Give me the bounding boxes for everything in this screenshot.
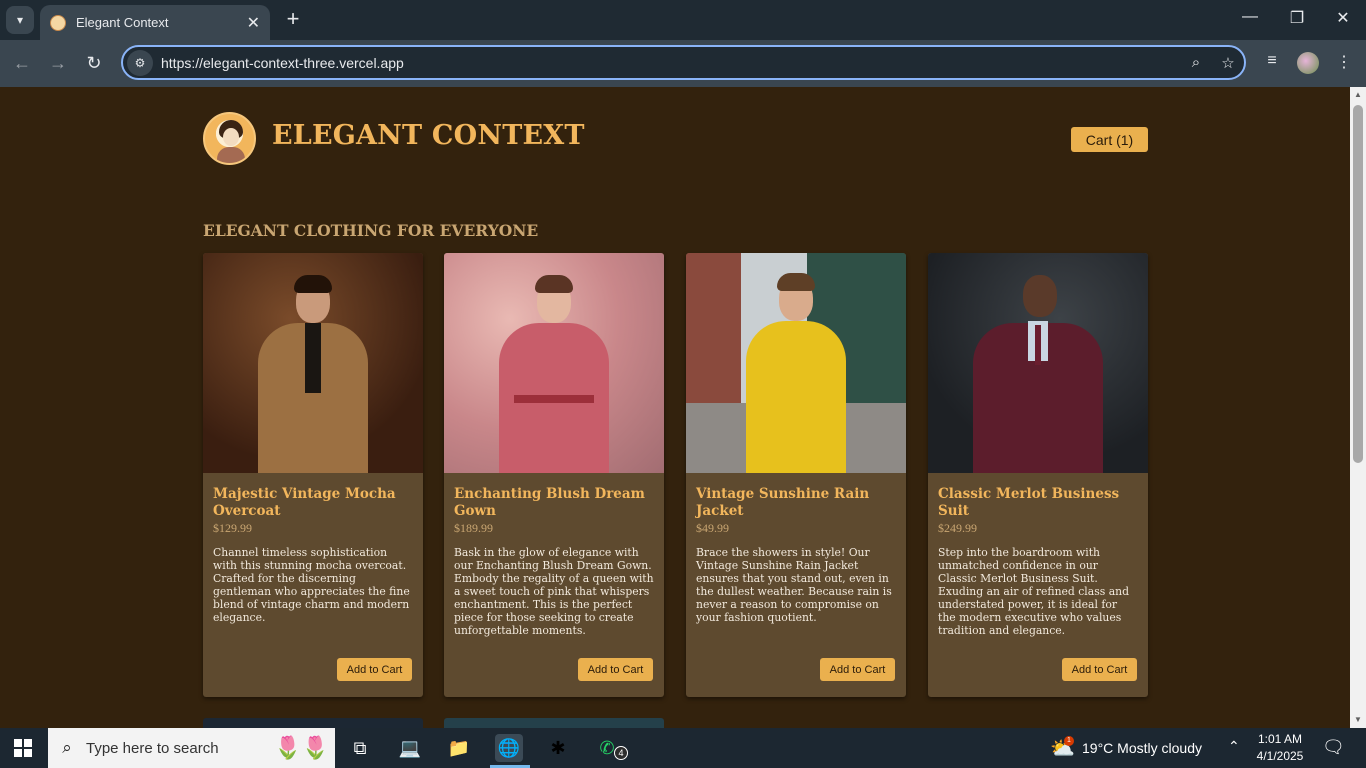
minimize-icon[interactable]: — [1238,8,1262,26]
close-window-icon[interactable]: ✕ [1331,8,1355,28]
bookmark-star-icon[interactable]: ☆ [1212,54,1244,72]
menu-kebab-icon[interactable]: ⋮ [1332,52,1356,72]
profile-avatar[interactable] [1297,52,1319,74]
media-controls-icon[interactable]: ≡ [1260,52,1284,70]
brand-logo[interactable] [203,112,256,165]
product-description: Bask in the glow of elegance with our En… [454,546,654,637]
product-card: Classic Merlot Business Suit $249.99 Ste… [928,253,1148,697]
windows-start-icon[interactable] [14,739,32,757]
forward-icon[interactable]: → [46,51,70,75]
search-placeholder[interactable]: Type here to search [86,740,274,757]
tulips-icon: 🌷🌷 [274,735,329,760]
product-title[interactable]: Enchanting Blush Dream Gown [454,486,654,520]
add-to-cart-button[interactable]: Add to Cart [578,658,653,681]
restore-icon[interactable]: ❐ [1285,8,1309,28]
file-explorer-icon[interactable]: 📁 [445,734,473,762]
system-clock[interactable]: 1:01 AM 4/1/2025 [1250,731,1310,765]
scroll-thumb[interactable] [1353,105,1363,463]
add-to-cart-button[interactable]: Add to Cart [820,658,895,681]
tab-favicon [50,14,66,31]
product-title[interactable]: Classic Merlot Business Suit [938,486,1138,520]
product-title[interactable]: Vintage Sunshine Rain Jacket [696,486,896,520]
product-image[interactable] [203,253,423,473]
product-price: $49.99 [696,521,729,535]
address-bar[interactable]: ⚙ https://elegant-context-three.vercel.a… [121,45,1246,80]
browser-tab[interactable]: Elegant Context ✕ [40,5,270,40]
product-card: Majestic Vintage Mocha Overcoat $129.99 … [203,253,423,697]
reload-icon[interactable]: ↻ [82,51,106,75]
scroll-down-icon[interactable]: ▼ [1350,712,1366,728]
product-description: Brace the showers in style! Our Vintage … [696,546,892,624]
whatsapp-badge: 4 [614,746,628,760]
tab-strip: ▾ Elegant Context ✕ + — ❐ ✕ [0,0,1366,40]
taskbar-search[interactable]: ⌕ Type here to search 🌷🌷 [48,728,335,768]
product-price: $189.99 [454,521,493,535]
product-price: $249.99 [938,521,977,535]
product-image[interactable] [928,253,1148,473]
cart-button[interactable]: Cart (1) [1071,127,1148,152]
weather-badge: 1 [1064,736,1074,746]
chevron-up-icon[interactable]: ⌃ [1228,738,1240,755]
tab-search-icon[interactable]: ▾ [6,6,34,34]
section-title: ELEGANT CLOTHING FOR EVERYONE [203,221,539,240]
zoom-icon[interactable]: ⌕ [1180,54,1212,71]
add-to-cart-button[interactable]: Add to Cart [1062,658,1137,681]
product-card: Vintage Sunshine Rain Jacket $49.99 Brac… [686,253,906,697]
clock-time: 1:01 AM [1257,732,1303,746]
task-view-icon[interactable]: ⧉ [346,734,374,762]
browser-toolbar: ← → ↻ ⚙ https://elegant-context-three.ve… [0,40,1366,87]
notification-icon[interactable]: 🗨 [1322,737,1345,758]
site-header: ELEGANT CONTEXT Cart (1) [203,112,1148,167]
chrome-icon[interactable]: 🌐 [495,734,523,762]
product-image[interactable] [444,253,664,473]
url-text[interactable]: https://elegant-context-three.vercel.app [161,55,1180,71]
new-tab-icon[interactable]: + [282,8,304,30]
add-to-cart-button[interactable]: Add to Cart [337,658,412,681]
back-icon[interactable]: ← [10,51,34,75]
product-card: Enchanting Blush Dream Gown $189.99 Bask… [444,253,664,697]
product-card-partial[interactable] [203,718,423,728]
page-scrollbar[interactable]: ▲ ▼ [1350,87,1366,728]
product-description: Channel timeless sophistication with thi… [213,546,410,624]
brand-title[interactable]: ELEGANT CONTEXT [272,120,585,151]
laptop-app-icon[interactable]: 💻 [396,734,424,762]
product-price: $129.99 [213,521,252,535]
scroll-up-icon[interactable]: ▲ [1350,87,1366,103]
tab-title: Elegant Context [76,15,169,30]
windows-taskbar: ⌕ Type here to search 🌷🌷 ⧉ 💻 📁 🌐 ✱ ✆ ⛅ 1… [0,728,1366,768]
product-title[interactable]: Majestic Vintage Mocha Overcoat [213,486,413,520]
close-icon[interactable]: ✕ [247,13,260,33]
site-info-icon[interactable]: ⚙ [127,49,153,76]
search-icon: ⌕ [62,738,72,757]
product-description: Step into the boardroom with unmatched c… [938,546,1130,637]
clock-date: 4/1/2025 [1256,749,1304,763]
weather-text[interactable]: 19°C Mostly cloudy [1082,740,1202,756]
slack-icon[interactable]: ✱ [544,734,572,762]
product-image[interactable] [686,253,906,473]
page-viewport: ELEGANT CONTEXT Cart (1) ELEGANT CLOTHIN… [0,87,1350,728]
product-card-partial[interactable] [444,718,664,728]
